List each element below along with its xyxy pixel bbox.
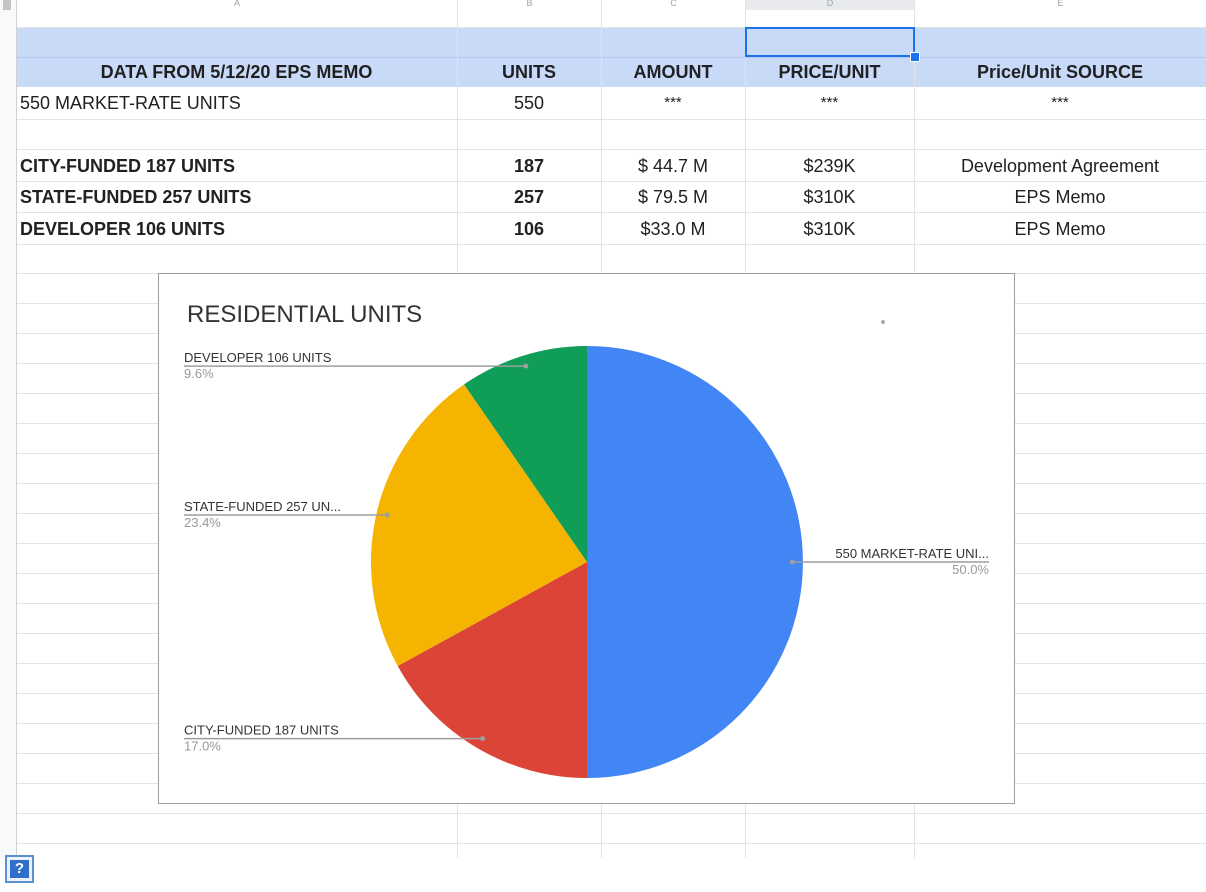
grid-row-line bbox=[16, 27, 1206, 28]
column-header-e[interactable]: E bbox=[915, 0, 1206, 10]
header-source[interactable]: Price/Unit SOURCE bbox=[914, 57, 1206, 87]
spreadsheet-grid[interactable]: A B C D E DATA FROM 5/12/20 EPS MEMO UNI… bbox=[0, 0, 1206, 892]
header-description[interactable]: DATA FROM 5/12/20 EPS MEMO bbox=[16, 57, 457, 87]
column-header-b[interactable]: B bbox=[458, 0, 601, 10]
column-header-c[interactable]: C bbox=[602, 0, 745, 10]
cell-price-city[interactable]: $239K bbox=[745, 151, 914, 181]
grid-row-line bbox=[16, 119, 1206, 120]
slice-percent-state-funded-257-units: 23.4% bbox=[184, 515, 221, 530]
cell-source-state[interactable]: EPS Memo bbox=[914, 182, 1206, 212]
cell-price-developer[interactable]: $310K bbox=[745, 214, 914, 244]
slice-label-550-market-rate-units: 550 MARKET-RATE UNI... bbox=[835, 546, 989, 561]
cell-label-developer[interactable]: DEVELOPER 106 UNITS bbox=[20, 214, 457, 244]
cell-amount-city[interactable]: $ 44.7 M bbox=[601, 151, 745, 181]
grid-row-line bbox=[16, 813, 1206, 814]
cell-price-market-rate[interactable]: *** bbox=[745, 88, 914, 118]
cell-amount-state[interactable]: $ 79.5 M bbox=[601, 182, 745, 212]
cell-units-city[interactable]: 187 bbox=[457, 151, 601, 181]
column-header-a[interactable]: A bbox=[17, 0, 457, 10]
cell-label-city[interactable]: CITY-FUNDED 187 UNITS bbox=[20, 151, 457, 181]
help-button[interactable]: ? bbox=[5, 855, 34, 883]
cell-label-market-rate[interactable]: 550 MARKET-RATE UNITS bbox=[20, 88, 457, 118]
cell-label-state[interactable]: STATE-FUNDED 257 UNITS bbox=[20, 182, 457, 212]
pie-chart-svg: RESIDENTIAL UNITS 550 MARKET-RATE UNI...5… bbox=[184, 301, 989, 778]
cell-price-state[interactable]: $310K bbox=[745, 182, 914, 212]
header-units[interactable]: UNITS bbox=[457, 57, 601, 87]
gutter-handle[interactable] bbox=[3, 0, 11, 10]
slice-percent-city-funded-187-units: 17.0% bbox=[184, 739, 221, 754]
pie-chart[interactable]: RESIDENTIAL UNITS 550 MARKET-RATE UNI... 5… bbox=[158, 273, 1015, 804]
leader-dot-550-market-rate-units bbox=[789, 559, 795, 565]
cell-source-developer[interactable]: EPS Memo bbox=[914, 214, 1206, 244]
pie-slice-550-market-rate-units[interactable] bbox=[587, 346, 803, 778]
slice-label-state-funded-257-units: STATE-FUNDED 257 UN... bbox=[184, 499, 341, 514]
slice-percent-developer-106-units: 9.6% bbox=[184, 366, 214, 381]
cell-amount-market-rate[interactable]: *** bbox=[601, 88, 745, 118]
slice-percent-550-market-rate-units: 50.0% bbox=[952, 562, 989, 577]
header-amount[interactable]: AMOUNT bbox=[601, 57, 745, 87]
row-gutter bbox=[0, 0, 17, 858]
grid-row-line bbox=[16, 212, 1206, 213]
cell-units-market-rate[interactable]: 550 bbox=[457, 88, 601, 118]
grid-row-line bbox=[16, 149, 1206, 150]
grid-row-line bbox=[16, 843, 1206, 844]
chart-title: RESIDENTIAL UNITS bbox=[187, 301, 422, 328]
slice-label-city-funded-187-units: CITY-FUNDED 187 UNITS bbox=[184, 723, 339, 738]
selected-cell[interactable] bbox=[745, 27, 915, 57]
column-header-d[interactable]: D bbox=[746, 0, 914, 10]
chart-handle-dot bbox=[881, 320, 885, 324]
cell-units-developer[interactable]: 106 bbox=[457, 214, 601, 244]
cell-units-state[interactable]: 257 bbox=[457, 182, 601, 212]
grid-row-line bbox=[16, 244, 1206, 245]
leader-dot-state-funded-257-units bbox=[384, 512, 390, 518]
leader-dot-city-funded-187-units bbox=[480, 736, 486, 742]
leader-dot-developer-106-units bbox=[523, 363, 529, 369]
slice-label-developer-106-units: DEVELOPER 106 UNITS bbox=[184, 350, 332, 365]
cell-source-market-rate[interactable]: *** bbox=[914, 88, 1206, 118]
cell-source-city[interactable]: Development Agreement bbox=[914, 151, 1206, 181]
cell-amount-developer[interactable]: $33.0 M bbox=[601, 214, 745, 244]
help-icon: ? bbox=[10, 860, 29, 878]
header-price-unit[interactable]: PRICE/UNIT bbox=[745, 57, 914, 87]
